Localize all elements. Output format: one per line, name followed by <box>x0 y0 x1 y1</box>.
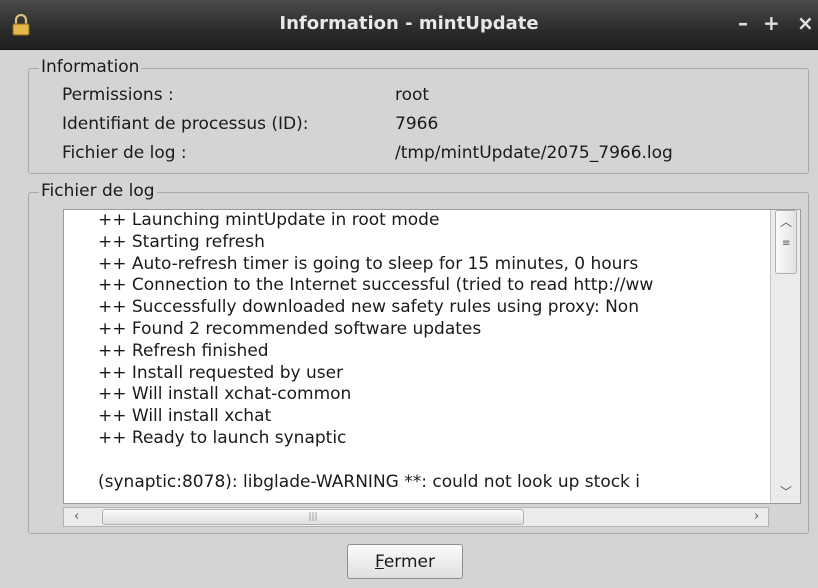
log-line: ++ Found 2 recommended software updates <box>98 318 482 339</box>
horizontal-scrollbar[interactable]: ‹ ||| › <box>63 507 769 527</box>
log-line: ++ Ready to launch synaptic <box>98 427 347 448</box>
log-text[interactable]: ++ Launching mintUpdate in root mode ++ S… <box>98 210 764 503</box>
log-line: ++ Launching mintUpdate in root mode <box>98 210 440 230</box>
log-file-group: Fichier de log ++ Launching mintUpdate i… <box>28 181 809 534</box>
dialog-window: Information - mintUpdate – + × Informati… <box>0 0 818 588</box>
maximize-button[interactable]: + <box>763 11 780 35</box>
permissions-value: root <box>395 85 430 105</box>
log-line: ++ Will install xchat-common <box>98 384 352 405</box>
close-window-button[interactable]: × <box>797 11 814 35</box>
scroll-down-icon[interactable]: ﹀ <box>780 483 792 500</box>
window-title: Information - mintUpdate <box>279 13 539 34</box>
scroll-left-icon[interactable]: ‹ <box>74 509 79 524</box>
log-line: ++ Install requested by user <box>98 362 344 383</box>
log-line: ++ Connection to the Internet successful… <box>98 275 654 296</box>
scroll-up-icon[interactable]: ︿ <box>780 213 792 230</box>
information-group: Information Permissions : root Identifia… <box>28 57 809 174</box>
title-bar[interactable]: Information - mintUpdate – + × <box>0 0 818 50</box>
log-file-value: /tmp/mintUpdate/2075_7966.log <box>395 143 673 163</box>
permissions-label: Permissions : <box>62 85 174 105</box>
vertical-scrollbar[interactable]: ︿ ≡ ﹀ <box>770 210 800 503</box>
close-button[interactable]: Fermer <box>347 544 463 579</box>
log-file-legend: Fichier de log <box>39 181 157 201</box>
log-line: ++ Will install xchat <box>98 406 272 427</box>
log-line: ++ Refresh finished <box>98 340 269 361</box>
process-id-value: 7966 <box>395 114 439 134</box>
log-line: (synaptic:8078): libglade-WARNING **: co… <box>98 471 641 492</box>
horizontal-scroll-thumb[interactable]: ||| <box>102 509 524 525</box>
log-line: ++ Auto-refresh timer is going to sleep … <box>98 253 639 274</box>
log-text-view[interactable]: ++ Launching mintUpdate in root mode ++ S… <box>63 209 801 504</box>
log-line: ++ Successfully downloaded new safety ru… <box>98 297 639 318</box>
close-button-label: ermer <box>383 551 436 572</box>
log-file-label: Fichier de log : <box>62 143 187 163</box>
log-line: ++ Starting refresh <box>98 231 265 252</box>
scroll-right-icon[interactable]: › <box>754 509 759 524</box>
close-button-mnemonic: F <box>374 551 384 572</box>
minimize-button[interactable]: – <box>738 11 748 35</box>
process-id-label: Identifiant de processus (ID): <box>62 114 309 134</box>
information-legend: Information <box>39 57 142 77</box>
scroll-grip-icon: ≡ <box>782 238 791 249</box>
